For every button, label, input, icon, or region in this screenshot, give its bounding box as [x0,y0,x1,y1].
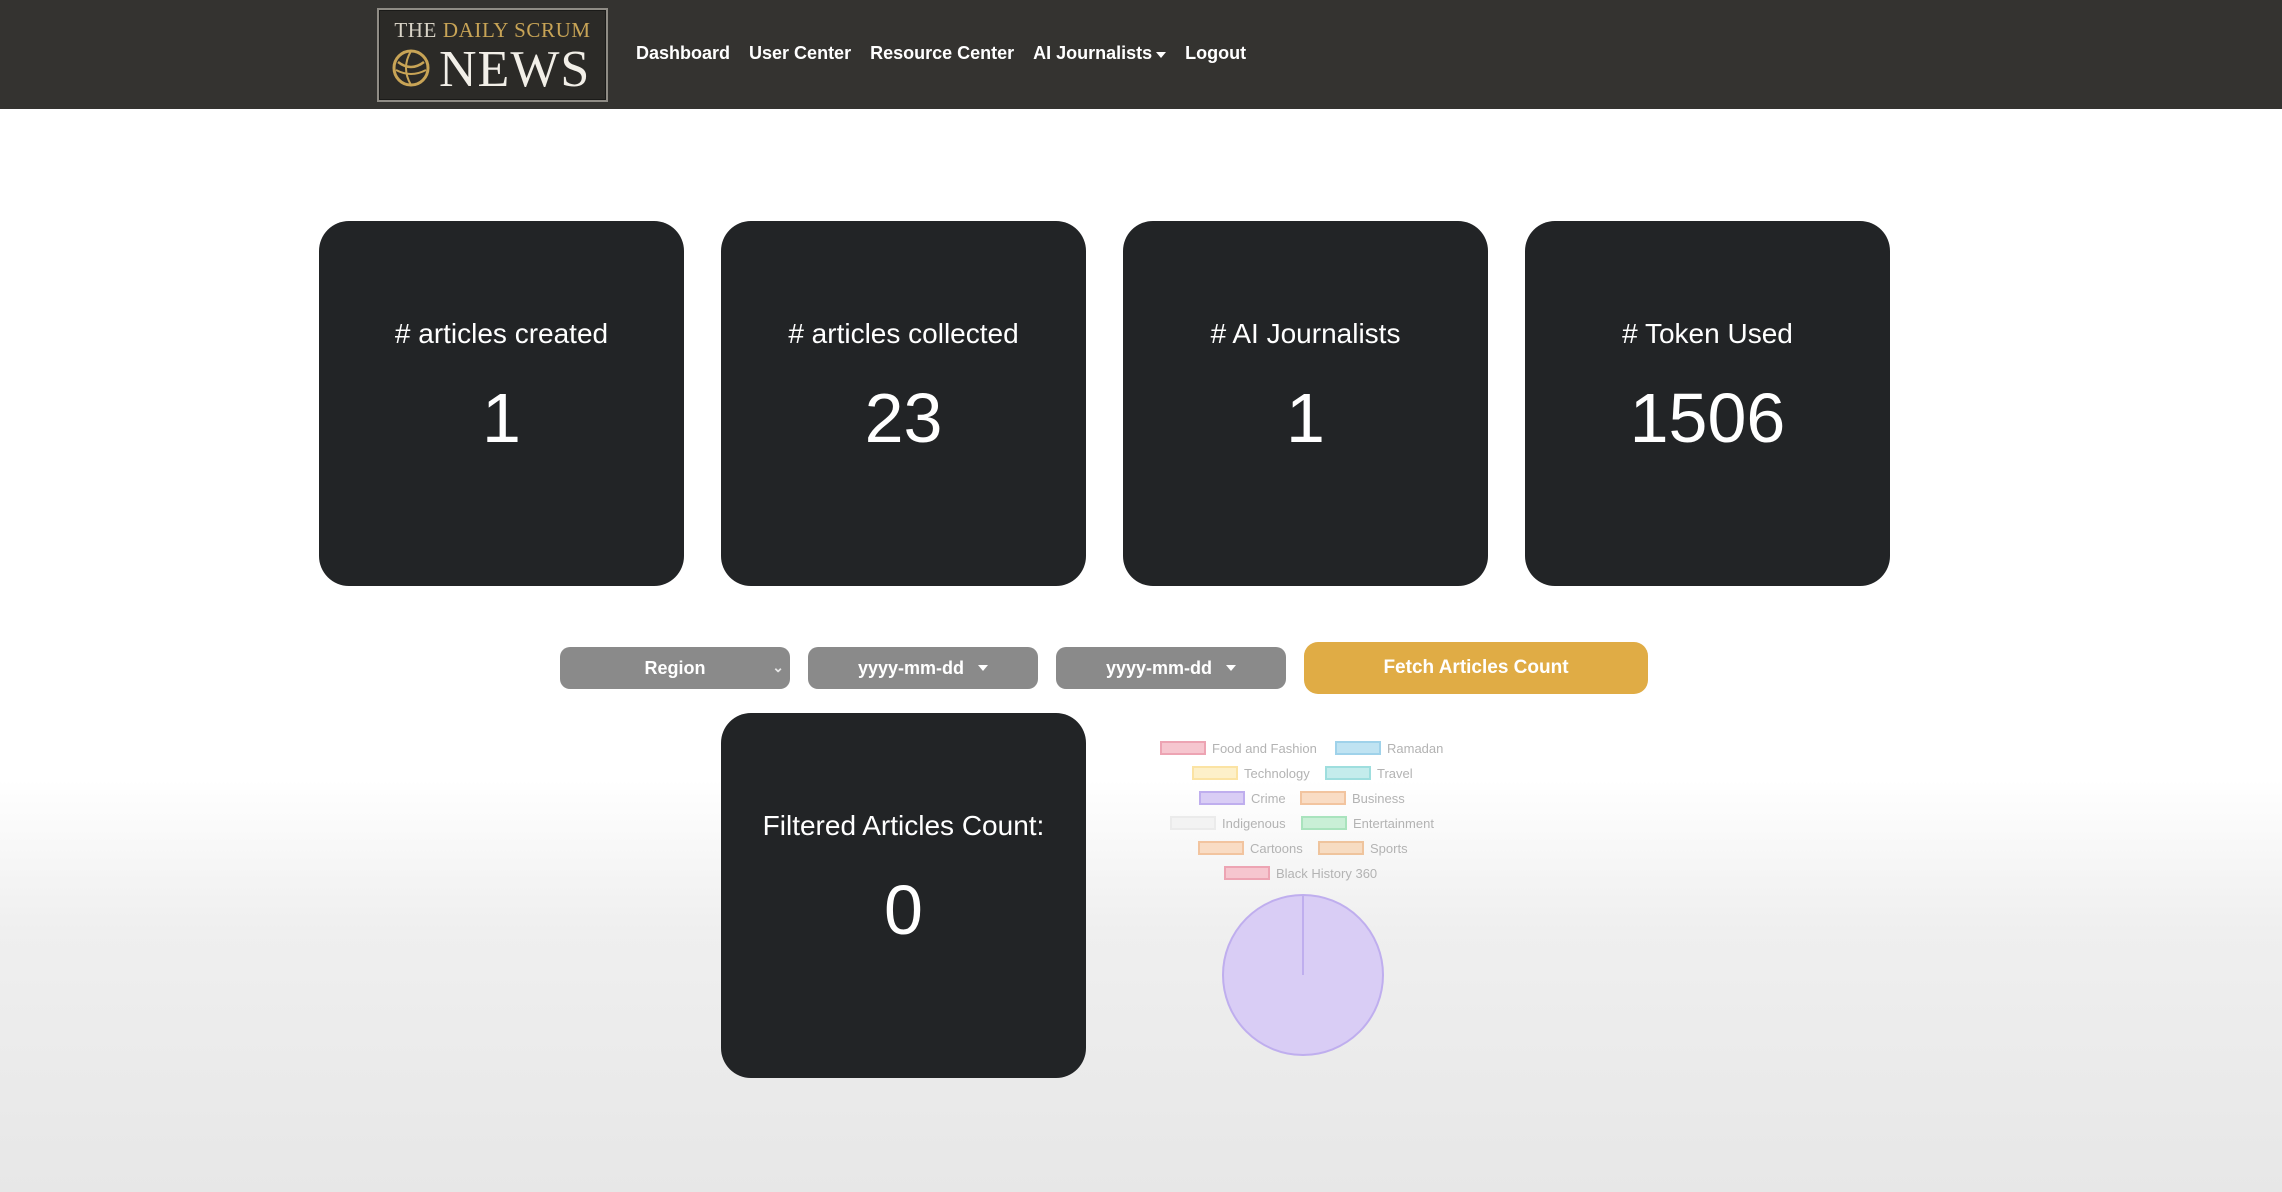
globe-icon [392,49,430,87]
nav-logout[interactable]: Logout [1185,43,1246,64]
stat-value: 1 [1286,379,1325,457]
nav-links: Dashboard User Center Resource Center AI… [636,43,1265,64]
legend-item[interactable]: Food and Fashion [1160,740,1317,756]
stat-card-ai-journalists: # AI Journalists 1 [1123,221,1488,586]
legend-swatch [1300,791,1346,805]
legend-label: Ramadan [1387,740,1444,756]
caret-down-icon [1226,665,1237,671]
legend-item[interactable]: Ramadan [1335,740,1443,756]
end-date-picker[interactable]: yyyy-mm-dd [1056,647,1286,689]
legend-swatch [1301,816,1347,830]
start-date-picker[interactable]: yyyy-mm-dd [808,647,1038,689]
legend-label: Crime [1251,790,1286,806]
legend-label: Indigenous [1222,815,1286,831]
logo-main-text: NEWS [439,41,591,98]
legend-item[interactable]: Entertainment [1301,815,1434,831]
legend-swatch [1335,741,1381,755]
legend-item[interactable]: Indigenous [1170,815,1286,831]
stat-label: # AI Journalists [1210,318,1401,349]
caret-down-icon [978,665,989,671]
stat-card-articles-collected: # articles collected 23 [721,221,1086,586]
legend-item[interactable]: Black History 360 [1224,865,1377,881]
legend-label: Cartoons [1250,840,1303,856]
legend-item[interactable]: Cartoons [1198,840,1303,856]
filtered-value: 0 [884,871,923,949]
legend-swatch [1224,866,1270,880]
top-navbar: THE DAILY SCRUM NEWS Dashboard User Cent… [0,0,2282,109]
legend-swatch [1199,791,1245,805]
nav-resource-center[interactable]: Resource Center [870,43,1014,64]
legend-item[interactable]: Technology [1192,765,1310,781]
legend-label: Sports [1370,840,1408,856]
stat-value: 23 [864,379,943,457]
nav-ai-journalists-dropdown[interactable]: AI Journalists [1033,43,1167,64]
category-pie-chart [1222,894,1384,1056]
fetch-articles-count-button[interactable]: Fetch Articles Count [1304,642,1648,694]
stat-label: # Token Used [1622,318,1793,349]
nav-user-center[interactable]: User Center [749,43,851,64]
legend-item[interactable]: Sports [1318,840,1408,856]
legend-label: Food and Fashion [1212,740,1317,756]
daily-scrum-news-logo[interactable]: THE DAILY SCRUM NEWS [377,8,608,102]
legend-label: Business [1352,790,1405,806]
legend-label: Travel [1377,765,1413,781]
legend-swatch [1318,841,1364,855]
chevron-down-icon: ⌄ [772,659,784,675]
stat-label: # articles collected [788,318,1019,349]
stat-card-token-used: # Token Used 1506 [1525,221,1890,586]
legend-swatch [1192,766,1238,780]
legend-swatch [1160,741,1206,755]
filtered-label: Filtered Articles Count: [762,810,1045,841]
filtered-articles-card: Filtered Articles Count: 0 [721,713,1086,1078]
legend-label: Black History 360 [1276,865,1378,881]
stat-label: # articles created [394,318,609,349]
legend-swatch [1170,816,1216,830]
legend-label: Entertainment [1353,815,1434,831]
legend-swatch [1198,841,1244,855]
stat-card-articles-created: # articles created 1 [319,221,684,586]
legend-item[interactable]: Travel [1325,765,1413,781]
legend-label: Technology [1244,765,1310,781]
legend-swatch [1325,766,1371,780]
legend-item[interactable]: Business [1300,790,1405,806]
logo-top-line: THE DAILY SCRUM [394,18,591,42]
stat-value: 1506 [1629,379,1786,457]
region-select[interactable]: Region ⌄ [560,647,790,689]
caret-down-icon [1156,51,1167,58]
stat-value: 1 [482,379,521,457]
legend-item[interactable]: Crime [1199,790,1286,806]
nav-dashboard[interactable]: Dashboard [636,43,730,64]
